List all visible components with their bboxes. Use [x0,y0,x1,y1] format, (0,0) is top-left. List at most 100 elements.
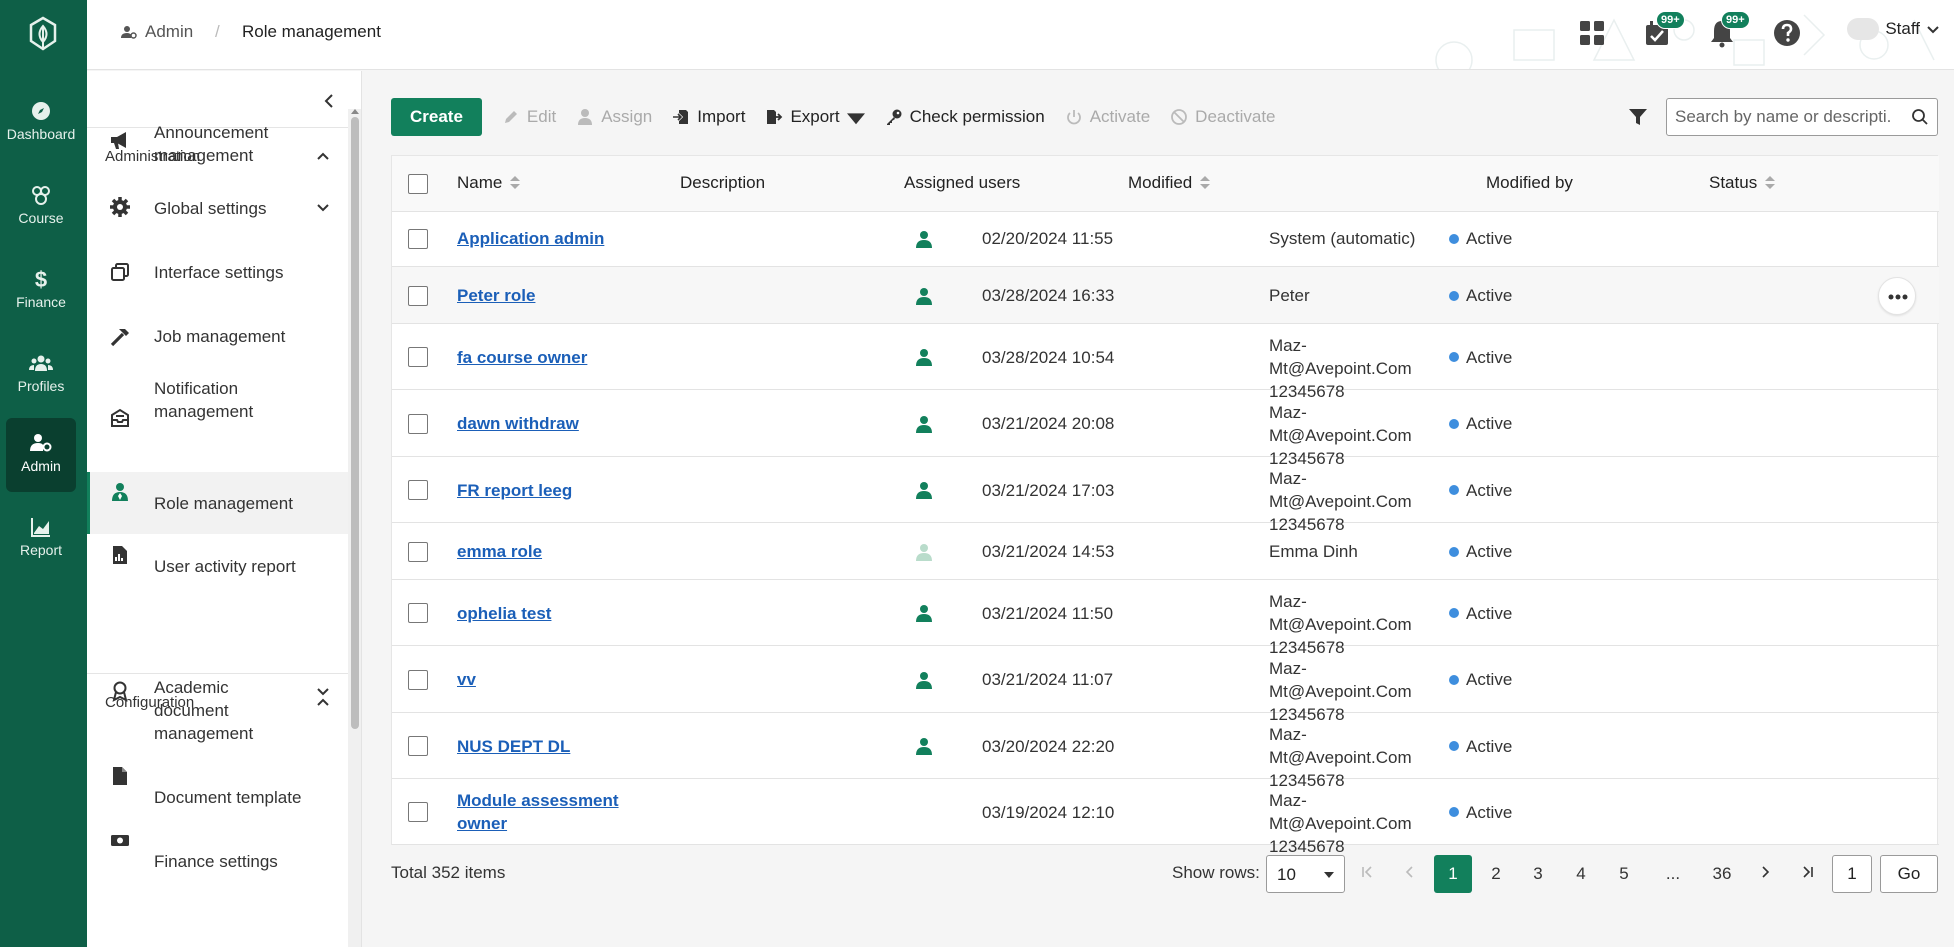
collapse-sidebar-button[interactable] [317,89,341,113]
page-button-2[interactable]: 2 [1477,855,1515,893]
tasks-button[interactable]: 99+ [1642,11,1685,50]
page-button-4[interactable]: 4 [1562,855,1600,893]
role-name-link[interactable]: ophelia test [457,602,677,625]
sidebar-item-announcement-management[interactable]: Announcement management [87,112,348,176]
role-name-link[interactable]: fa course owner [457,346,677,369]
page-button-ellipsis[interactable]: ... [1654,855,1692,893]
user-menu[interactable]: Staff [1847,18,1940,40]
deactivate-button[interactable]: Deactivate [1170,107,1276,127]
help-button[interactable] [1772,18,1804,50]
table-row[interactable]: Module assessment owner 03/19/2024 12:10 M… [392,779,1939,856]
apps-grid-button[interactable] [1577,18,1609,50]
table-row[interactable]: fa course owner 03/28/2024 10:54 Maz-Mt@Av… [392,324,1939,401]
sidebar-item-interface-settings[interactable]: Interface settings [87,240,348,304]
assigned-users-button[interactable] [915,230,933,248]
row-checkbox[interactable] [408,541,428,562]
sidebar-item-finance-settings[interactable]: Finance settings [87,829,348,893]
role-name-link[interactable]: vv [457,668,677,691]
prev-page-button[interactable] [1391,855,1429,893]
table-row[interactable]: NUS DEPT DL 03/20/2024 22:20 Maz-Mt@Avepoi… [392,713,1939,790]
column-status[interactable]: Status [1709,173,1776,193]
table-row[interactable]: dawn withdraw 03/21/2024 20:08 Maz-Mt@Avep… [392,390,1939,468]
row-checkbox[interactable] [408,285,428,306]
sidebar-item-global-settings[interactable]: Global settings [87,176,348,240]
role-name-link[interactable]: dawn withdraw [457,412,677,435]
sidebar-item-job-management[interactable]: Job management [87,304,348,368]
go-button[interactable]: Go [1880,855,1938,893]
rail-item-profiles[interactable]: Profiles [6,338,76,412]
expand-button[interactable] [313,197,333,217]
activate-button[interactable]: Activate [1065,107,1150,127]
table-row[interactable]: Peter role 03/28/2024 16:33 Peter Active [392,267,1939,324]
sidebar-scrollbar[interactable] [348,109,361,947]
page-button-36[interactable]: 36 [1703,855,1741,893]
page-button-5[interactable]: 5 [1605,855,1643,893]
sidebar-item-role-management[interactable]: Role management [87,472,348,534]
sidebar-item-document-template[interactable]: Document template [87,765,348,829]
page-button-1[interactable]: 1 [1434,855,1472,893]
sort-icon[interactable] [510,175,521,191]
scroll-up-arrow[interactable] [351,109,359,114]
row-checkbox[interactable] [408,802,428,822]
filter-button[interactable] [1627,106,1649,128]
rail-item-dashboard[interactable]: Dashboard [6,86,76,160]
row-checkbox[interactable] [408,669,428,690]
rail-item-report[interactable]: Report [6,502,76,576]
assigned-users-button[interactable] [915,543,933,561]
assigned-users-button[interactable] [915,348,933,366]
check-permission-button[interactable]: Check permission [885,107,1045,127]
assigned-users-button[interactable] [915,604,933,622]
row-checkbox[interactable] [408,736,428,756]
search-input[interactable] [1667,99,1892,135]
sidebar-scrollbar-thumb[interactable] [351,117,359,729]
sidebar-item-academic-document-management[interactable]: Academic document management [87,655,348,765]
row-checkbox[interactable] [408,480,428,500]
row-checkbox[interactable] [408,603,428,623]
last-page-button[interactable] [1788,855,1826,893]
page-button-3[interactable]: 3 [1519,855,1557,893]
role-name-link[interactable]: Peter role [457,284,677,307]
role-name-link[interactable]: emma role [457,540,677,563]
sidebar-item-notification-management[interactable]: Notification management [87,368,348,432]
table-row[interactable]: vv 03/21/2024 11:07 Maz-Mt@Avepoint.Com 12… [392,646,1939,724]
assigned-users-button[interactable] [915,287,933,305]
table-row[interactable]: ophelia test 03/21/2024 11:50 Maz-Mt@Avepo… [392,580,1939,657]
sidebar-item-user-activity-report[interactable]: User activity report [87,534,348,598]
expand-button[interactable] [313,681,333,701]
role-name-link[interactable]: Application admin [457,227,677,250]
next-page-button[interactable] [1746,855,1784,893]
row-checkbox[interactable] [408,413,428,434]
rail-item-finance[interactable]: $ Finance [6,254,76,328]
role-name-link[interactable]: NUS DEPT DL [457,735,677,758]
rail-item-course[interactable]: Course [6,170,76,244]
assigned-users-button[interactable] [915,481,933,499]
row-checkbox[interactable] [408,347,428,367]
more-actions-button[interactable] [1878,276,1916,315]
create-button[interactable]: Create [391,98,482,136]
select-all-checkbox[interactable] [408,174,428,194]
assigned-users-button[interactable] [915,671,933,689]
row-checkbox[interactable] [408,228,428,249]
rows-per-page-select[interactable]: 10 [1266,855,1345,893]
role-name-link[interactable]: FR report leeg [457,479,677,502]
notifications-button[interactable]: 99+ [1707,11,1750,50]
role-name-link[interactable]: Module assessment owner [457,789,627,835]
assign-button[interactable]: Assign [576,107,652,127]
page-number-input[interactable]: 1 [1832,855,1872,893]
column-modified[interactable]: Modified [1128,173,1211,193]
rail-item-admin[interactable]: Admin [6,418,76,492]
search-icon[interactable] [1911,108,1929,126]
import-button[interactable]: Import [672,107,745,127]
assigned-users-button[interactable] [915,737,933,755]
assigned-users-button[interactable] [915,415,933,433]
column-name[interactable]: Name [457,173,521,193]
sort-icon[interactable] [1765,175,1776,191]
sort-icon[interactable] [1200,175,1211,191]
table-row[interactable]: FR report leeg 03/21/2024 17:03 Maz-Mt@Ave… [392,457,1939,534]
table-row[interactable]: emma role 03/21/2024 14:53 Emma Dinh Active [392,523,1939,580]
first-page-button[interactable] [1349,855,1387,893]
edit-button[interactable]: Edit [502,107,556,127]
app-logo-icon[interactable] [22,14,64,54]
export-button[interactable]: Export [765,107,865,127]
table-row[interactable]: Application admin 02/20/2024 11:55 System … [392,210,1939,267]
